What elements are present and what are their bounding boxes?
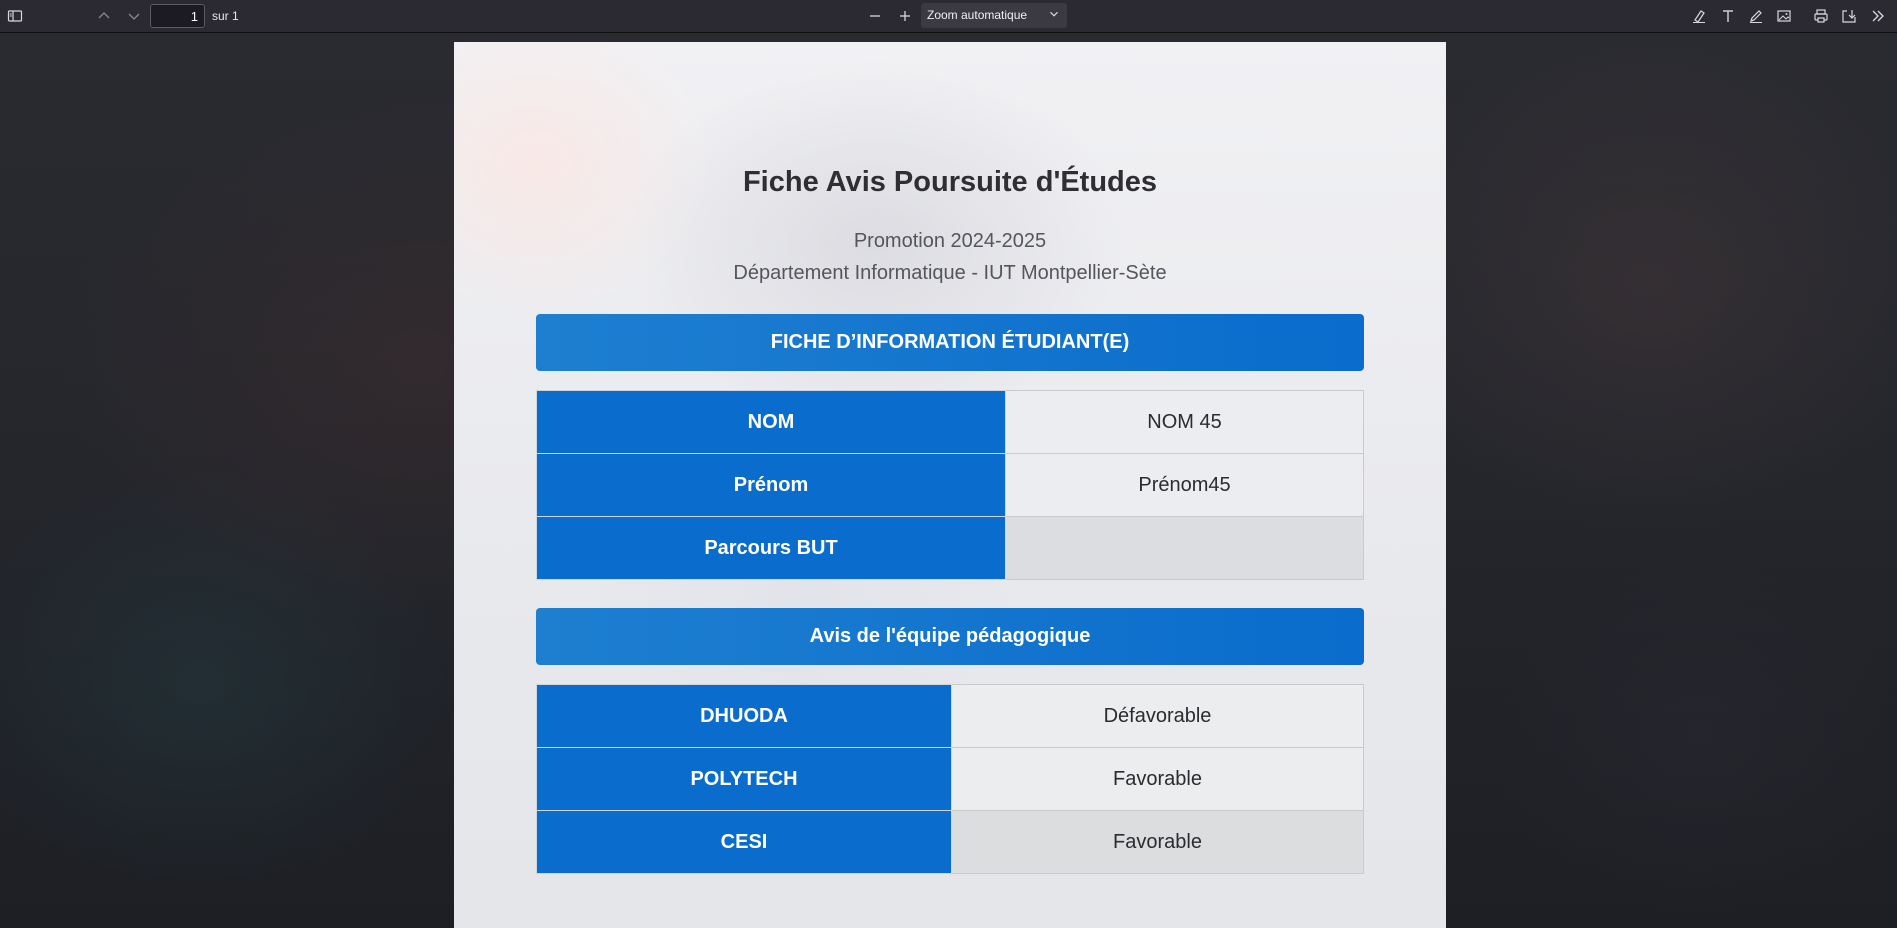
row-label: POLYTECH [536,747,952,811]
student-info-heading: FICHE D’INFORMATION ÉTUDIANT(E) [536,314,1364,371]
document-title: Fiche Avis Poursuite d'Études [742,166,1158,198]
row-value: Favorable [951,810,1364,874]
promotion-subtitle: Promotion 2024-2025 [853,230,1047,252]
previous-page-icon[interactable] [92,4,116,28]
table-row: Prénom Prénom45 [536,453,1364,517]
draw-icon[interactable] [1744,4,1768,28]
image-icon[interactable] [1772,4,1796,28]
zoom-select-value: Zoom automatique [927,8,1028,22]
save-icon[interactable] [1837,4,1861,28]
zoom-select[interactable]: Zoom automatique [921,3,1067,28]
opinion-heading: Avis de l'équipe pédagogique [536,608,1364,665]
row-value: Favorable [951,747,1364,811]
page-count-label: sur 1 [212,9,239,23]
text-tool-icon[interactable] [1716,4,1740,28]
table-row: DHUODA Défavorable [536,684,1364,748]
row-value: Prénom45 [1005,453,1364,517]
pdf-page: Fiche Avis Poursuite d'Études Promotion … [454,42,1446,928]
row-label: Parcours BUT [536,516,1006,580]
student-info-table: NOM NOM 45 Prénom Prénom45 Parcours BUT [536,390,1364,580]
zoom-out-icon[interactable] [863,4,887,28]
chevron-down-icon [1050,11,1058,17]
row-label: CESI [536,810,952,874]
sidebar-toggle-icon[interactable] [3,4,27,28]
table-row: NOM NOM 45 [536,390,1364,454]
row-value: Défavorable [951,684,1364,748]
row-value [1005,516,1364,580]
department-subtitle: Département Informatique - IUT Montpelli… [733,262,1167,284]
row-value: NOM 45 [1005,390,1364,454]
table-row: POLYTECH Favorable [536,747,1364,811]
table-row: Parcours BUT [536,516,1364,580]
table-row: CESI Favorable [536,810,1364,874]
opinion-table: DHUODA Défavorable POLYTECH Favorable CE… [536,684,1364,874]
next-page-icon[interactable] [122,4,146,28]
page-number-input[interactable] [150,4,205,28]
print-icon[interactable] [1809,4,1833,28]
more-tools-icon[interactable] [1866,4,1890,28]
zoom-in-icon[interactable] [893,4,917,28]
row-label: Prénom [536,453,1006,517]
highlight-icon[interactable] [1687,4,1711,28]
row-label: DHUODA [536,684,952,748]
row-label: NOM [536,390,1006,454]
pdf-toolbar: sur 1 Zoom automatique [0,0,1897,33]
